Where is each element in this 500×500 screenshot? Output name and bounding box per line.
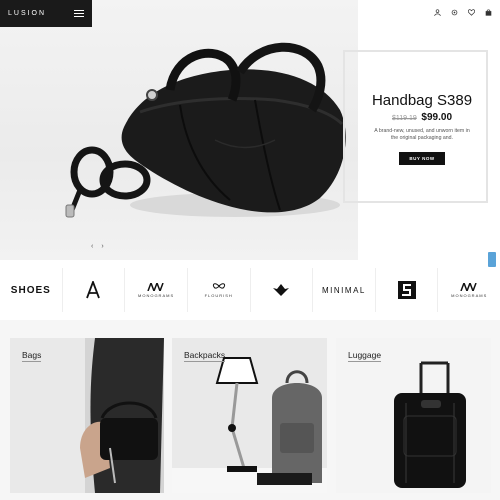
mm-mark-icon [460, 282, 477, 291]
brand-logo-monograms-1[interactable]: MONOGRAMS [125, 268, 188, 312]
buy-now-button[interactable]: BUY NOW [399, 152, 445, 165]
brand-logo-monograms-2[interactable]: MONOGRAMS [438, 268, 500, 312]
a-mark-icon [86, 281, 101, 299]
mm-mark-icon [147, 282, 164, 291]
new-price: $99.00 [421, 112, 453, 123]
hero-slider-nav: ‹ › [91, 243, 104, 250]
prev-arrow-icon[interactable]: ‹ [91, 243, 93, 250]
next-arrow-icon[interactable]: › [101, 243, 103, 250]
logo[interactable]: LUSION [8, 10, 46, 17]
page: LUSION Handbag S389 $119.19 $99.00 A bra… [0, 0, 500, 500]
category-card-bags[interactable]: Bags [10, 338, 164, 493]
bow-mark-icon [212, 283, 225, 289]
category-card-luggage[interactable]: Luggage [336, 338, 491, 493]
brand-logo-lotus[interactable] [251, 268, 314, 312]
category-label[interactable]: Luggage [348, 350, 382, 362]
old-price: $119.19 [391, 115, 417, 122]
brand-logo-flourish[interactable]: FLOURISH [188, 268, 251, 312]
product-title: Handbag S389 [371, 92, 473, 109]
side-tab[interactable] [488, 252, 496, 267]
category-label[interactable]: Backpacks [184, 350, 226, 362]
brand-logo-a[interactable] [63, 268, 126, 312]
brand-logo-minimal[interactable]: MINIMAL [313, 268, 376, 312]
lotus-mark-icon [273, 284, 290, 296]
brand-logo-s[interactable] [376, 268, 439, 312]
price-row: $119.19 $99.00 [392, 112, 452, 123]
category-label[interactable]: Bags [22, 350, 42, 362]
logo-block[interactable]: LUSION [0, 0, 92, 27]
header-icons [433, 8, 492, 16]
brand-subtitle: MONOGRAMS [451, 292, 488, 298]
settings-icon[interactable] [450, 8, 458, 16]
brand-subtitle: FLOURISH [204, 293, 233, 298]
menu-icon[interactable] [74, 10, 84, 17]
product-card: Handbag S389 $119.19 $99.00 A brand-new,… [358, 50, 486, 201]
hero-banner [0, 0, 358, 260]
bag-icon[interactable] [484, 8, 492, 16]
category-card-backpacks[interactable]: Backpacks [172, 338, 327, 493]
brand-name: SHOES [10, 284, 51, 296]
brand-subtitle: MONOGRAMS [138, 292, 175, 298]
s-mark-icon [397, 281, 416, 299]
brand-strip: SHOES MONOGRAMS FLOURISH MINIMAL MONOGRA… [0, 268, 500, 312]
heart-icon[interactable] [467, 8, 475, 16]
product-description: A brand-new, unused, and unworn item in … [374, 128, 470, 141]
brand-name: MINIMAL [322, 285, 366, 295]
brand-logo-shoes[interactable]: SHOES [0, 268, 63, 312]
user-icon[interactable] [433, 8, 441, 16]
hero-handbag-image [65, 42, 346, 218]
